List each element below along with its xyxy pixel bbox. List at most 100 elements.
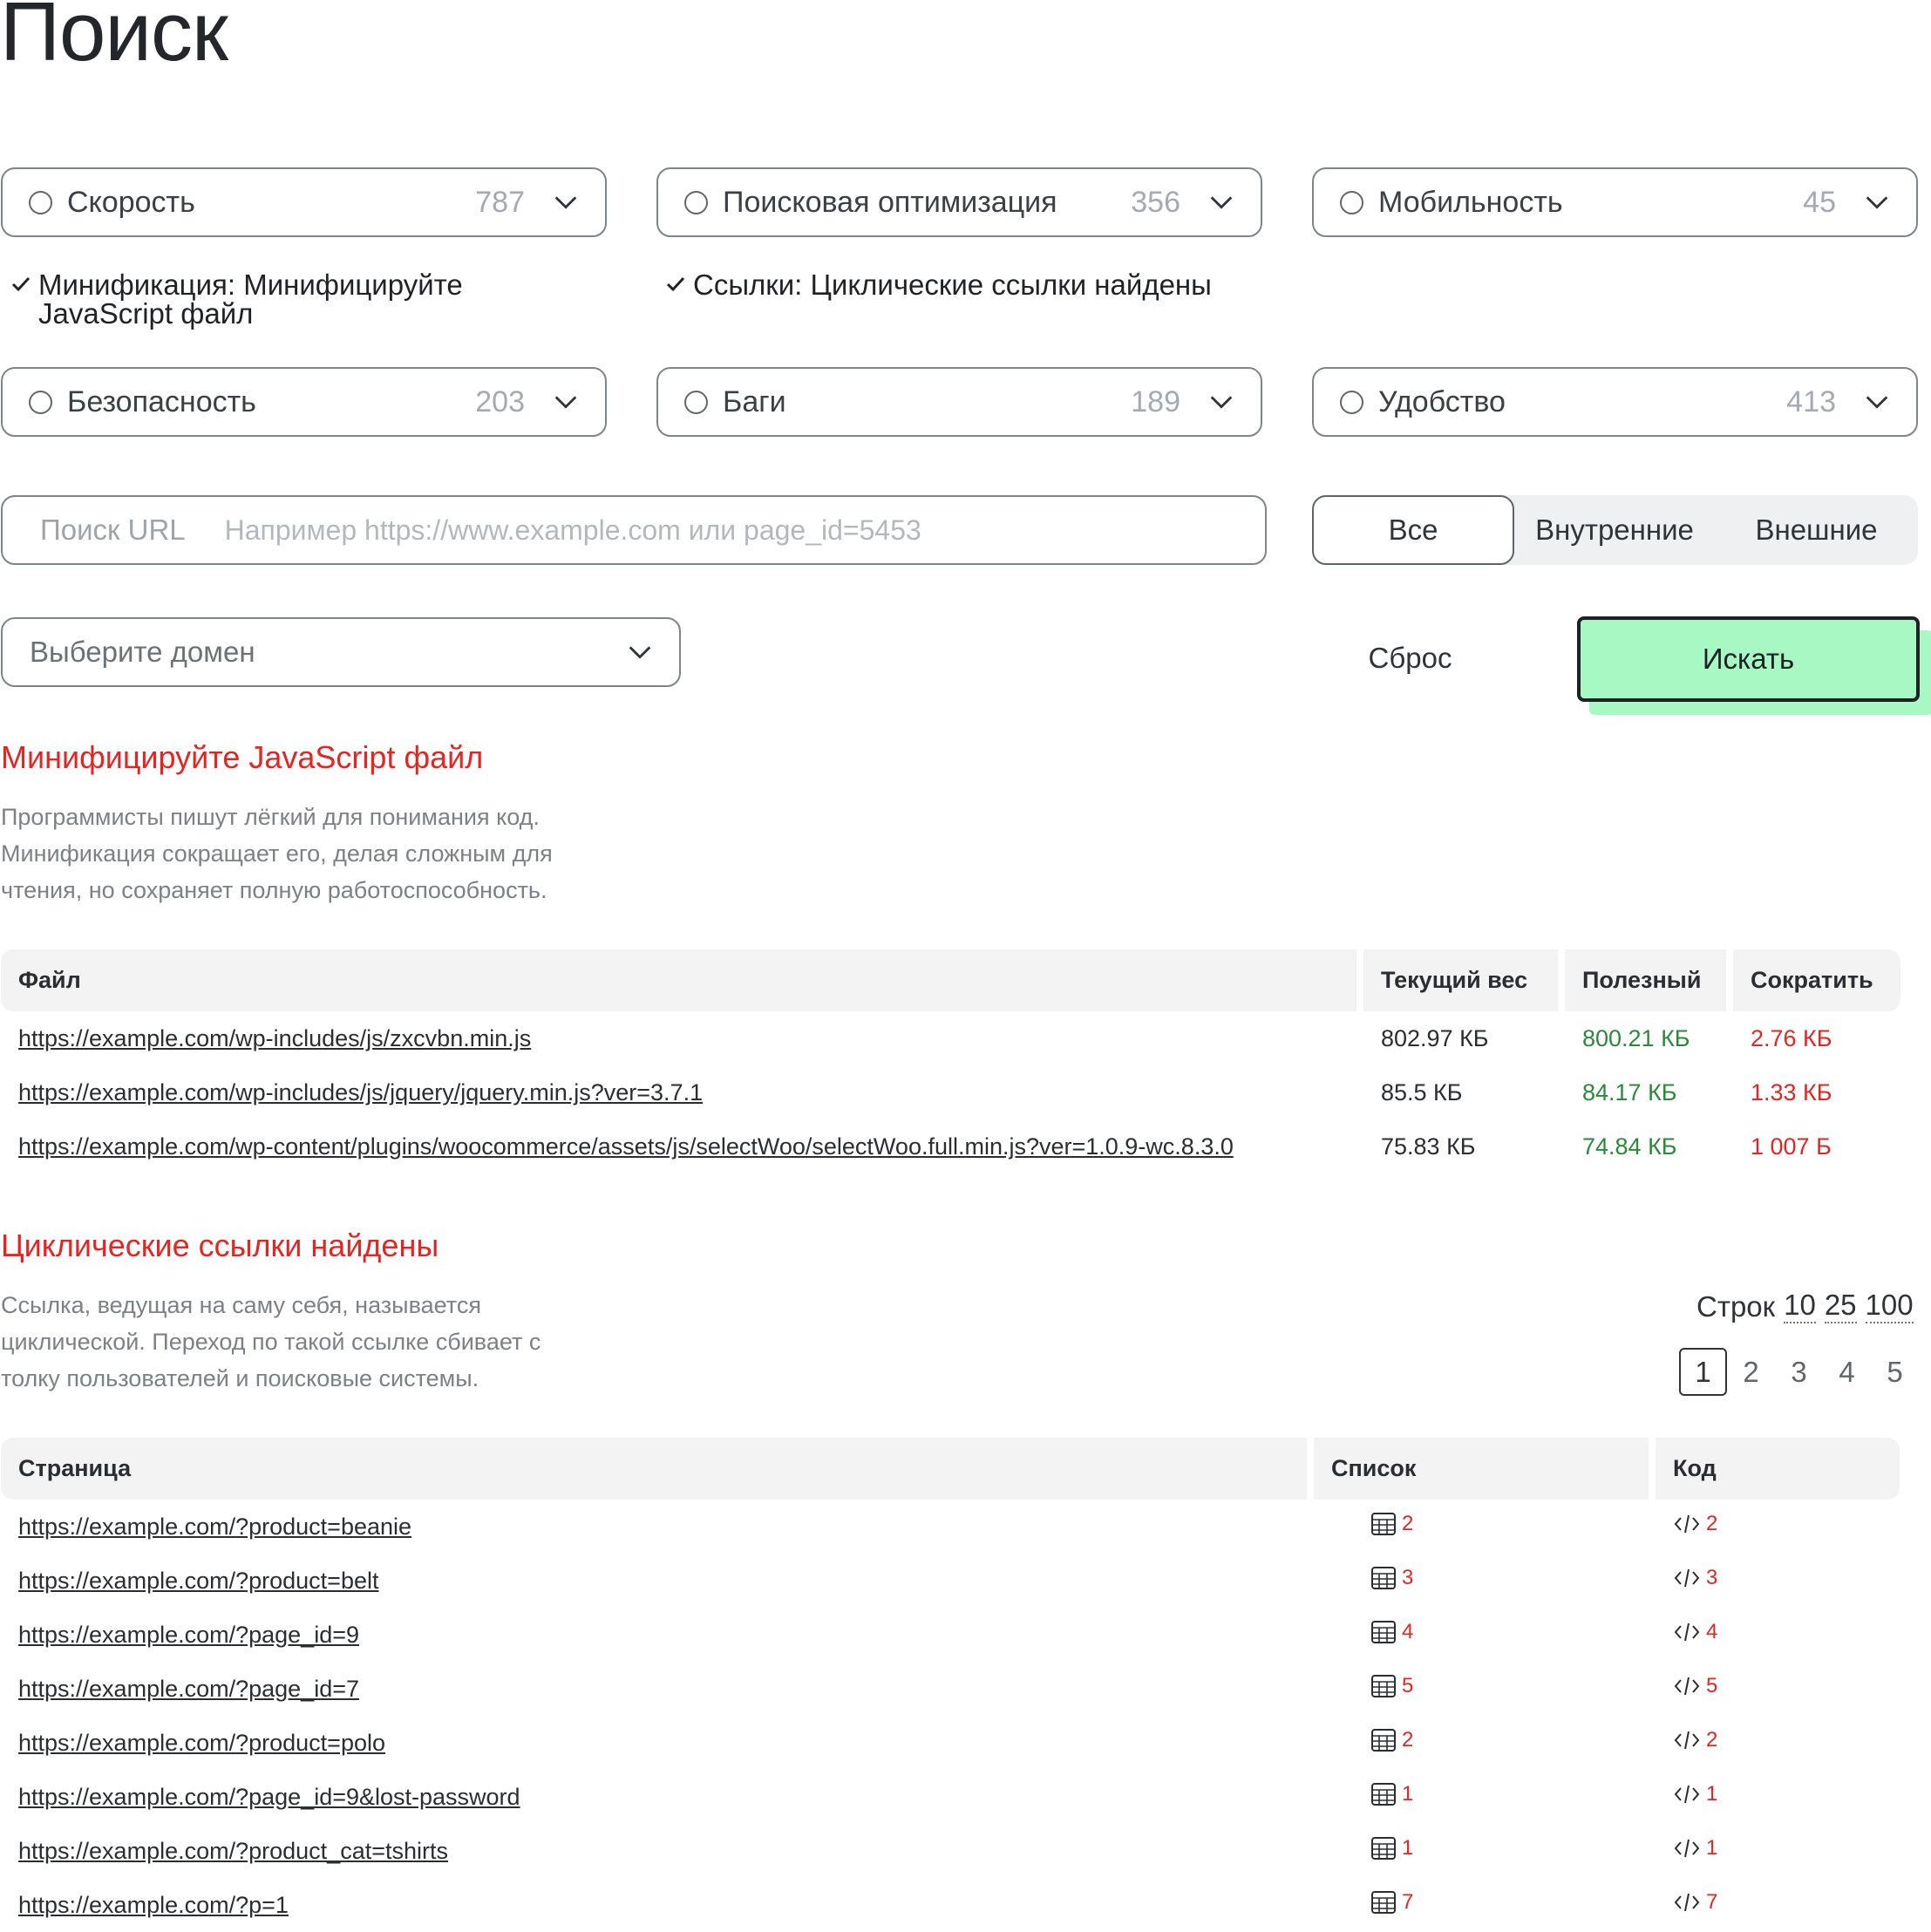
page-link[interactable]: https://example.com/?page_id=9 [18, 1622, 359, 1648]
filter-checkbox[interactable] [684, 390, 708, 414]
filter-checkbox[interactable] [1340, 390, 1363, 414]
filter-bugs[interactable]: Баги 189 [656, 367, 1262, 437]
code-count-value: 2 [1706, 1511, 1718, 1535]
list-count[interactable]: 1 [1370, 1836, 1413, 1861]
code-icon [1674, 1677, 1700, 1695]
selected-filter-links[interactable]: Ссылки: Циклические ссылки найдены [665, 270, 1212, 299]
chevron-down-icon[interactable] [1862, 187, 1892, 217]
file-link[interactable]: https://example.com/wp-includes/js/zxcvb… [18, 1025, 531, 1051]
link-type-toggle[interactable]: Все Внутренние Внешние [1312, 495, 1918, 565]
code-count[interactable]: 3 [1673, 1566, 1717, 1590]
section-title-cyclic: Циклические ссылки найдены [1, 1228, 439, 1263]
table-row: https://example.com/wp-includes/js/jquer… [1, 1065, 1900, 1119]
code-count[interactable]: 2 [1673, 1512, 1717, 1536]
list-count[interactable]: 4 [1370, 1620, 1413, 1644]
page-link[interactable]: https://example.com/?product=beanie [18, 1514, 411, 1540]
filter-seo[interactable]: Поисковая оптимизация 356 [656, 167, 1262, 237]
code-count[interactable]: 1 [1673, 1782, 1717, 1806]
list-count[interactable]: 2 [1370, 1512, 1413, 1536]
section-desc-minify: Программисты пишут лёгкий для понимания … [1, 799, 629, 908]
filter-checkbox[interactable] [29, 190, 52, 214]
page-link[interactable]: https://example.com/?p=1 [18, 1892, 289, 1918]
rows-option-100[interactable]: 100 [1865, 1290, 1914, 1323]
page-link[interactable]: https://example.com/?page_id=9&lost-pass… [18, 1784, 520, 1810]
file-link[interactable]: https://example.com/wp-includes/js/jquer… [18, 1079, 703, 1105]
link-type-external[interactable]: Внешние [1715, 495, 1918, 565]
reset-button[interactable]: Сброс [1325, 621, 1495, 695]
section-desc-cyclic: Ссылка, ведущая на саму себя, называется… [1, 1287, 629, 1397]
col-code[interactable]: Код [1656, 1438, 1900, 1500]
filter-checkbox[interactable] [684, 190, 708, 214]
table-icon [1371, 1782, 1396, 1806]
page-4[interactable]: 4 [1823, 1348, 1871, 1396]
chevron-down-icon[interactable] [625, 637, 655, 667]
code-count[interactable]: 2 [1673, 1728, 1717, 1752]
code-count-value: 4 [1706, 1619, 1718, 1643]
chevron-down-icon[interactable] [1862, 387, 1892, 417]
filter-usability[interactable]: Удобство 413 [1312, 367, 1918, 437]
page-1[interactable]: 1 [1679, 1348, 1727, 1396]
rows-per-page: Строк 10 25 100 [1696, 1290, 1914, 1323]
link-type-internal[interactable]: Внутренние [1514, 495, 1715, 565]
file-link[interactable]: https://example.com/wp-content/plugins/w… [18, 1133, 1234, 1160]
col-reduce[interactable]: Сократить [1733, 949, 1900, 1011]
code-count[interactable]: 7 [1673, 1890, 1717, 1915]
list-count[interactable]: 3 [1370, 1566, 1413, 1590]
table-icon [1371, 1620, 1396, 1643]
chevron-down-icon[interactable] [1207, 187, 1236, 217]
chevron-down-icon[interactable] [551, 187, 581, 217]
code-icon [1674, 1731, 1700, 1749]
filter-security[interactable]: Безопасность 203 [1, 367, 607, 437]
chevron-down-icon[interactable] [551, 387, 581, 417]
url-search-field[interactable]: Поиск URL [1, 495, 1267, 565]
selected-filter-minify[interactable]: Минификация: Минифицируйте JavaScript фа… [10, 270, 463, 328]
col-list[interactable]: Список [1314, 1438, 1649, 1500]
domain-select-placeholder: Выберите домен [30, 636, 255, 668]
list-count-value: 7 [1402, 1889, 1414, 1914]
useful-value: 800.21 КБ [1582, 1024, 1690, 1051]
list-count[interactable]: 5 [1370, 1674, 1413, 1698]
table-row: https://example.com/wp-includes/js/zxcvb… [1, 1011, 1900, 1065]
code-count[interactable]: 1 [1673, 1836, 1717, 1861]
search-button-wrap[interactable]: Искать [1577, 616, 1931, 715]
rows-option-25[interactable]: 25 [1824, 1290, 1857, 1323]
filter-checkbox[interactable] [1340, 190, 1363, 214]
code-icon [1674, 1514, 1700, 1533]
url-search-input[interactable] [224, 514, 1265, 547]
page-link[interactable]: https://example.com/?page_id=7 [18, 1676, 359, 1702]
selected-filter-line2: JavaScript файл [38, 297, 254, 330]
col-useful[interactable]: Полезный [1565, 949, 1726, 1011]
reduce-value: 1.33 КБ [1751, 1078, 1832, 1105]
list-count[interactable]: 1 [1370, 1782, 1413, 1806]
col-page[interactable]: Страница [1, 1438, 1307, 1500]
table-icon [1371, 1674, 1396, 1697]
page-link[interactable]: https://example.com/?product=polo [18, 1730, 385, 1756]
check-icon [666, 276, 685, 292]
filter-mobile[interactable]: Мобильность 45 [1312, 167, 1918, 237]
page-link[interactable]: https://example.com/?product_cat=tshirts [18, 1838, 448, 1864]
domain-select[interactable]: Выберите домен [1, 617, 681, 687]
table-row: https://example.com/?product_cat=tshirts… [1, 1824, 1900, 1878]
page-5[interactable]: 5 [1871, 1348, 1919, 1396]
list-count[interactable]: 7 [1370, 1890, 1413, 1915]
page-2[interactable]: 2 [1727, 1348, 1775, 1396]
code-count[interactable]: 5 [1673, 1674, 1717, 1698]
check-icon [11, 276, 31, 292]
link-type-all[interactable]: Все [1312, 495, 1514, 565]
filter-checkbox[interactable] [29, 390, 52, 414]
col-weight[interactable]: Текущий вес [1363, 949, 1558, 1011]
filter-label: Баги [723, 384, 786, 418]
page-3[interactable]: 3 [1775, 1348, 1823, 1396]
code-count[interactable]: 4 [1673, 1620, 1717, 1644]
filter-speed[interactable]: Скорость 787 [1, 167, 607, 237]
code-icon [1674, 1893, 1700, 1911]
search-button[interactable]: Искать [1577, 616, 1920, 702]
weight-value: 75.83 КБ [1381, 1133, 1476, 1160]
chevron-down-icon[interactable] [1207, 387, 1236, 417]
list-count-value: 5 [1402, 1673, 1414, 1697]
col-file[interactable]: Файл [1, 949, 1356, 1011]
page-link[interactable]: https://example.com/?product=belt [18, 1568, 378, 1594]
list-count[interactable]: 2 [1370, 1728, 1413, 1752]
rows-option-10[interactable]: 10 [1784, 1290, 1816, 1323]
desc-line: чтения, но сохраняет полную работоспособ… [1, 877, 547, 903]
